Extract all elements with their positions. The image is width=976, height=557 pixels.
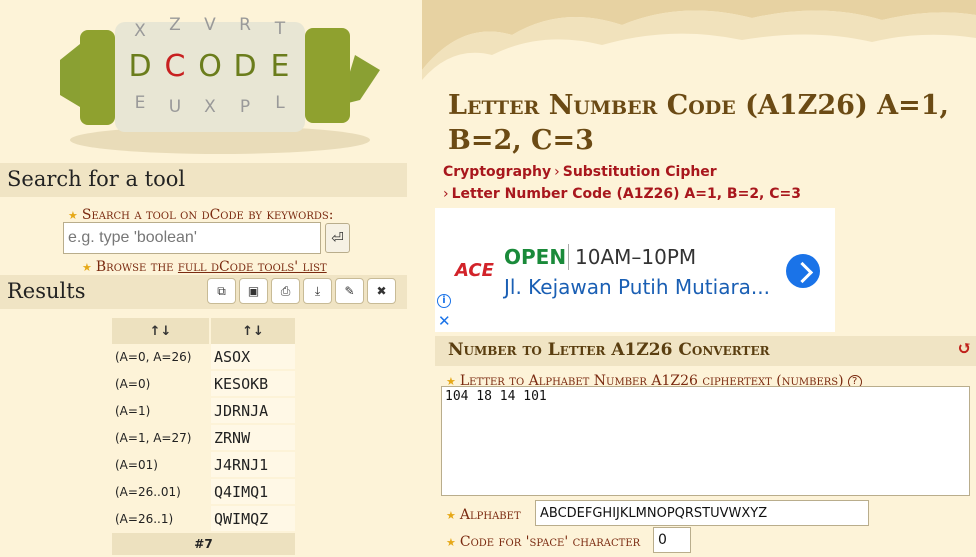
converter-title: Number to Letter A1Z26 Converter [448, 340, 770, 360]
table-row: (A=1) JDRNJA [112, 398, 297, 425]
alphabet-label: ★ Alphabet [446, 504, 521, 523]
close-icon[interactable]: ✖ [367, 278, 396, 304]
sort-column-header[interactable]: ↑↓ [211, 318, 297, 344]
svg-text:E: E [135, 93, 146, 113]
directions-icon[interactable] [786, 254, 820, 288]
star-icon: ★ [68, 209, 78, 222]
row-value: JDRNJA [211, 398, 297, 425]
svg-text:V: V [204, 15, 216, 35]
save-icon[interactable]: ▣ [239, 278, 268, 304]
space-code-label: ★ Code for 'space' character [446, 531, 640, 550]
table-row: (A=1, A=27) ZRNW [112, 425, 297, 452]
star-icon: ★ [446, 536, 456, 549]
ciphertext-input[interactable]: 104 18 14 101 [441, 386, 970, 496]
alphabet-input[interactable] [535, 500, 869, 526]
page-title: Letter Number Code (A1Z26) A=1, B=2, C=3 [448, 90, 949, 156]
download-icon[interactable]: ⤓ [303, 278, 332, 304]
enter-icon[interactable]: ⏎ [325, 223, 350, 253]
row-key: (A=26..01) [112, 479, 211, 506]
row-value: ASOX [211, 344, 297, 371]
logo-letter: O [198, 49, 222, 84]
star-icon: ★ [82, 261, 92, 274]
table-footer: #7 [112, 533, 297, 557]
browse-tools-line: ★ Browse the full dCode tools' list [82, 256, 327, 275]
sort-column-header[interactable]: ↑↓ [112, 318, 211, 344]
browse-prefix: Browse the [95, 259, 178, 275]
chevron-right-icon: › [443, 186, 449, 202]
ad-divider [568, 244, 569, 270]
svg-text:Z: Z [169, 15, 181, 35]
row-value: J4RNJ1 [211, 452, 297, 479]
chevron-right-icon: › [554, 164, 560, 180]
breadcrumb-cryptography[interactable]: Cryptography [443, 164, 551, 180]
svg-text:U: U [169, 97, 181, 117]
logo-letter: D [233, 49, 256, 84]
breadcrumb-letter-number-code[interactable]: Letter Number Code (A1Z26) A=1, B=2, C=3 [452, 186, 801, 202]
results-toolbar: ⧉ ▣ ⎙ ⤓ ✎ ✖ [207, 278, 399, 304]
ad-open-status: OPEN [504, 245, 567, 269]
svg-text:X: X [134, 21, 146, 41]
row-key: (A=26..1) [112, 506, 211, 533]
svg-text:L: L [275, 93, 285, 113]
row-key: (A=0, A=26) [112, 344, 211, 371]
search-hint: ★ Search a tool on dCode by keywords: [68, 204, 333, 223]
star-icon: ★ [446, 509, 456, 522]
svg-text:P: P [240, 97, 250, 117]
reset-icon[interactable]: ↺ [957, 338, 972, 359]
svg-text:X: X [204, 97, 216, 117]
table-row: (A=0, A=26) ASOX [112, 344, 297, 371]
results-table: ↑↓ ↑↓ (A=0, A=26) ASOX (A=0) KESOKB (A=1) J… [112, 318, 297, 557]
space-code-input[interactable] [653, 527, 691, 553]
alphabet-label-text: Alphabet [459, 507, 521, 523]
row-value: KESOKB [211, 371, 297, 398]
search-section-heading: Search for a tool [0, 163, 407, 197]
ad-brand-logo: ACE [455, 260, 494, 281]
logo-letter: C [165, 49, 186, 84]
row-key: (A=01) [112, 452, 211, 479]
search-hint-text: Search a tool on dCode by keywords: [81, 207, 334, 223]
row-key: (A=1) [112, 398, 211, 425]
converter-heading: Number to Letter A1Z26 Converter ↺ [435, 336, 976, 366]
print-icon[interactable]: ⎙ [271, 278, 300, 304]
svg-text:R: R [239, 15, 251, 35]
breadcrumb-substitution-cipher[interactable]: Substitution Cipher [563, 164, 717, 180]
row-value: Q4IMQ1 [211, 479, 297, 506]
row-key: (A=1, A=27) [112, 425, 211, 452]
table-row: (A=26..1) QWIMQZ [112, 506, 297, 533]
row-value: QWIMQZ [211, 506, 297, 533]
dcode-logo[interactable]: X Z V R T E U X P L D C O D E [40, 0, 380, 160]
row-value: ZRNW [211, 425, 297, 452]
browse-tools-link[interactable]: full dCode tools' list [178, 259, 327, 275]
space-code-label-text: Code for 'space' character [459, 534, 641, 550]
advertisement[interactable]: ACE OPEN 10AM–10PM Jl. Kejawan Putih Mut… [435, 208, 835, 332]
result-count: #7 [112, 533, 297, 557]
left-column: XZVRT EUXPL D C O D E Search for a tool … [0, 0, 407, 557]
close-icon[interactable]: ✕ [438, 312, 451, 330]
ad-hours: 10AM–10PM [575, 245, 697, 269]
table-row: (A=26..01) Q4IMQ1 [112, 479, 297, 506]
logo-letter: E [271, 49, 290, 84]
main-column: Letter Number Code (A1Z26) A=1, B=2, C=3… [422, 0, 976, 557]
info-icon[interactable]: i [437, 294, 451, 308]
copy-icon[interactable]: ⧉ [207, 278, 236, 304]
row-key: (A=0) [112, 371, 211, 398]
pin-icon[interactable]: ✎ [335, 278, 364, 304]
parchment-banner [422, 0, 976, 80]
ad-address[interactable]: Jl. Kejawan Putih Mutiara... [504, 275, 770, 299]
table-row: (A=0) KESOKB [112, 371, 297, 398]
breadcrumb: Cryptography › Substitution Cipher › Letter… [443, 161, 801, 205]
table-row: (A=01) J4RNJ1 [112, 452, 297, 479]
logo-letter: D [128, 49, 151, 84]
svg-text:T: T [274, 19, 286, 39]
search-input[interactable] [63, 222, 321, 254]
